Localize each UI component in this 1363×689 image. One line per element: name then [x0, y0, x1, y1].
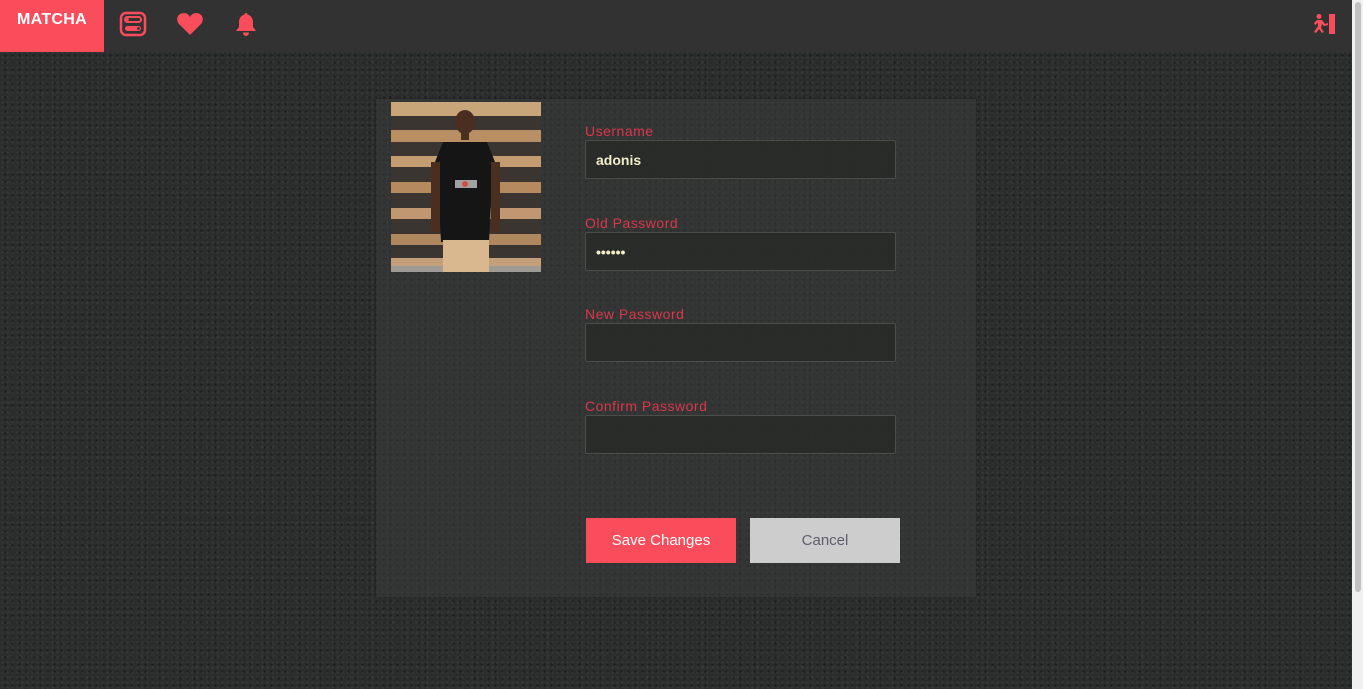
heart-icon[interactable]: [175, 10, 205, 38]
toggle-icon[interactable]: [118, 10, 148, 38]
cancel-button[interactable]: Cancel: [750, 518, 900, 563]
logout-icon[interactable]: [1308, 10, 1338, 38]
old-password-input[interactable]: [585, 232, 896, 271]
username-label: Username: [585, 123, 654, 139]
username-input[interactable]: [585, 140, 896, 179]
new-password-input[interactable]: [585, 323, 896, 362]
bell-icon[interactable]: [231, 10, 261, 38]
profile-photo: [391, 102, 541, 272]
brand-logo[interactable]: MATCHA: [0, 0, 104, 52]
save-changes-button[interactable]: Save Changes: [586, 518, 736, 563]
scrollbar-thumb[interactable]: [1355, 2, 1361, 592]
top-navbar: MATCHA: [0, 0, 1352, 52]
new-password-label: New Password: [585, 306, 685, 322]
old-password-label: Old Password: [585, 215, 679, 231]
page-scrollbar[interactable]: [1352, 0, 1363, 689]
confirm-password-label: Confirm Password: [585, 398, 708, 414]
confirm-password-input[interactable]: [585, 415, 896, 454]
